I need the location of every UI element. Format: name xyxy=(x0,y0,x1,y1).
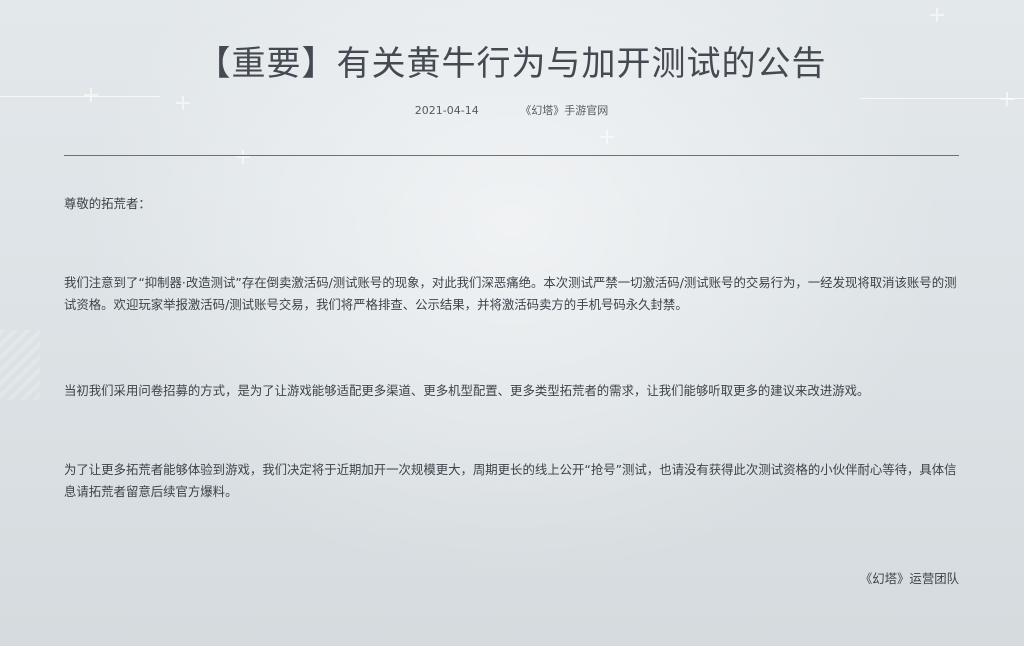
background-decoration xyxy=(0,0,1024,646)
background-cross-mark xyxy=(236,150,250,164)
signature: 《幻塔》运营团队 xyxy=(859,571,959,586)
paragraph: 我们注意到了“抑制器·改造测试”存在倒卖激活码/测试账号的现象，对此我们深恶痛绝… xyxy=(64,275,957,312)
title-divider xyxy=(64,155,959,156)
article-source: 《幻塔》手游官网 xyxy=(520,104,609,117)
article-meta: 2021-04-14 《幻塔》手游官网 xyxy=(64,102,959,120)
publish-date: 2021-04-14 xyxy=(414,104,479,117)
greeting-text: 尊敬的拓荒者： xyxy=(64,196,151,211)
background-cross-mark xyxy=(930,8,944,22)
paragraph: 当初我们采用问卷招募的方式，是为了让游戏能够适配更多渠道、更多机型配置、更多类型… xyxy=(64,383,870,398)
background-stripes xyxy=(0,330,40,400)
background-cross-mark xyxy=(600,130,614,144)
page-title: 【重要】有关黄牛行为与加开测试的公告 xyxy=(196,44,827,84)
background-line xyxy=(860,98,1024,99)
paragraph: 为了让更多拓荒者能够体验到游戏，我们决定将于近期加开一次规模更大，周期更长的线上… xyxy=(64,462,957,499)
background-line xyxy=(0,96,160,97)
background-cross-mark xyxy=(1000,92,1014,106)
